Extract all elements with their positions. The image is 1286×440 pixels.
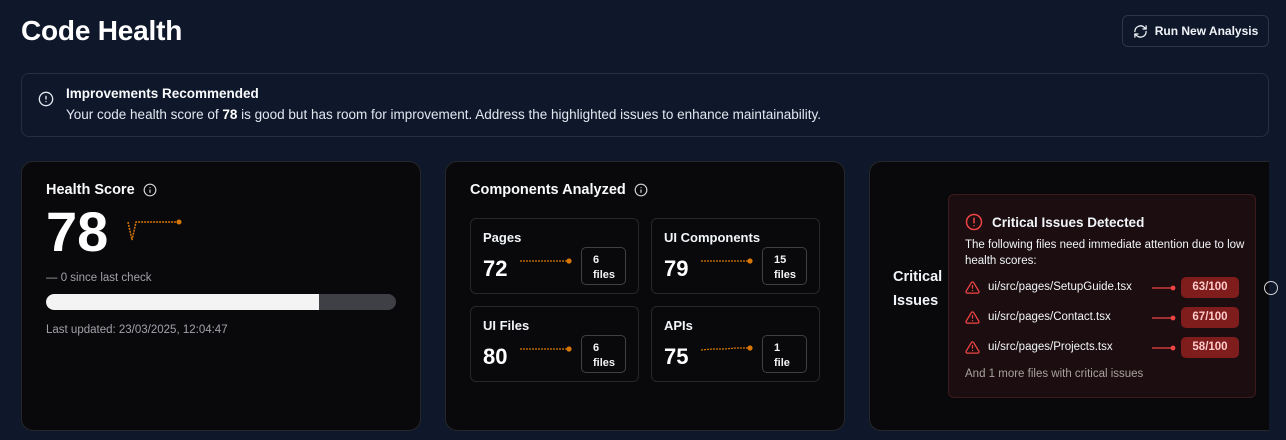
tile-label: Pages [483,230,522,245]
health-score-label: Health Score [46,182,135,198]
tile-file-count: 6 [593,342,600,354]
partial-circle-icon[interactable] [1264,281,1278,295]
alert-desc-after: is good but has room for improvement. Ad… [237,107,821,122]
critical-file-row[interactable]: ui/src/pages/SetupGuide.tsx 63/100 [965,277,1245,299]
components-analyzed-label: Components Analyzed [470,182,626,198]
component-tile-apis: APIs 75 1 file [651,306,820,382]
page-title: Code Health [21,15,183,46]
health-progress-bar [46,294,396,310]
tile-file-unit: files [593,357,616,369]
alert-triangle-icon [965,281,980,294]
tile-sparkline [520,346,572,352]
critical-file-row[interactable]: ui/src/pages/Projects.tsx 58/100 [965,337,1245,359]
critical-issues-card: Critical Issues Critical Issues Detected… [869,161,1269,431]
critical-file-path: ui/src/pages/Projects.tsx [988,341,1113,353]
critical-issues-description: The following files need immediate atten… [965,239,1245,267]
tile-file-unit: files [774,269,797,281]
improvements-alert: Improvements Recommended Your code healt… [21,73,1269,137]
critical-file-path: ui/src/pages/Contact.tsx [988,311,1111,323]
health-progress-fill [46,294,319,310]
tile-label: APIs [664,318,693,333]
tile-file-unit: files [593,269,616,281]
tile-sparkline [700,345,753,351]
alert-triangle-icon [965,311,980,324]
tile-value: 72 [483,256,508,281]
tile-sparkline [520,258,572,264]
critical-file-score: 58/100 [1181,337,1239,358]
run-new-analysis-button[interactable]: Run New Analysis [1122,15,1269,47]
file-sparkline [1152,285,1176,291]
tile-file-count-badge: 15 files [762,247,807,285]
tile-file-count: 15 [774,254,787,266]
components-analyzed-title: Components Analyzed [470,182,648,198]
info-circle-icon [38,91,54,107]
tile-file-count-badge: 1 file [762,335,807,373]
tile-file-count-badge: 6 files [581,335,626,373]
tile-file-count-badge: 6 files [581,247,626,285]
critical-issues-title: Critical Issues Detected [965,213,1144,231]
alert-triangle-icon [965,341,980,354]
components-analyzed-card: Components Analyzed Pages 72 6 files UI C… [445,161,845,431]
critical-label-line1: Critical [893,269,943,285]
critical-file-score: 63/100 [1181,277,1239,298]
tile-value: 75 [664,344,689,369]
alert-description: Your code health score of 78 is good but… [66,107,821,122]
last-updated: Last updated: 23/03/2025, 12:04:47 [46,324,228,336]
since-last-check: — 0 since last check [46,272,152,284]
tile-value: 79 [664,256,689,281]
component-tile-ui-files: UI Files 80 6 files [470,306,639,382]
info-circle-icon[interactable] [143,183,157,197]
tile-file-unit: file [774,357,790,369]
health-score-title: Health Score [46,182,157,198]
health-score-card: Health Score 78 — 0 since last check Las… [21,161,421,431]
critical-issues-label: Critical Issues [893,265,953,313]
critical-issues-heading: Critical Issues Detected [992,214,1145,230]
tile-file-count: 6 [593,254,600,266]
tile-label: UI Files [483,318,530,333]
tile-value: 80 [483,344,508,369]
critical-file-row[interactable]: ui/src/pages/Contact.tsx 67/100 [965,307,1245,329]
info-circle-icon[interactable] [634,183,648,197]
health-trend-sparkline [127,219,182,241]
critical-file-path: ui/src/pages/SetupGuide.tsx [988,281,1132,293]
alert-desc-score: 78 [222,107,238,122]
refresh-icon [1133,24,1147,38]
file-sparkline [1152,345,1176,351]
critical-file-score: 67/100 [1181,307,1239,328]
more-critical-files: And 1 more files with critical issues [965,368,1144,380]
tile-label: UI Components [664,230,761,245]
alert-circle-icon [965,213,983,231]
run-new-analysis-label: Run New Analysis [1154,24,1259,38]
critical-label-line2: Issues [893,293,939,309]
alert-desc-before: Your code health score of [66,107,223,122]
tile-file-count: 1 [774,342,781,354]
alert-title: Improvements Recommended [66,86,259,101]
component-tile-ui-components: UI Components 79 15 files [651,218,820,294]
component-tile-pages: Pages 72 6 files [470,218,639,294]
health-score-value: 78 [46,200,109,263]
critical-issues-panel: Critical Issues Detected The following f… [948,194,1256,398]
file-sparkline [1152,315,1176,321]
tile-sparkline [701,258,753,264]
